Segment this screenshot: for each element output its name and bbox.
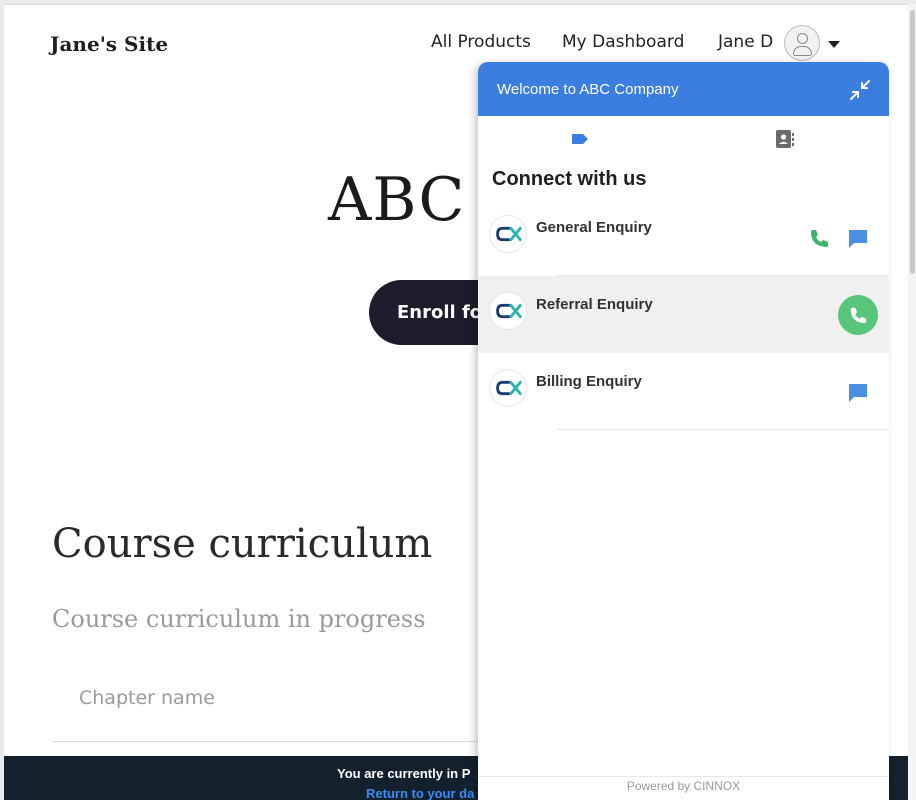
enquiry-label: General Enquiry — [536, 219, 652, 236]
enquiry-referral[interactable]: Referral Enquiry — [478, 276, 889, 353]
hero-title: ABC — [328, 165, 466, 235]
site-title[interactable]: Jane's Site — [50, 32, 168, 56]
connect-title: Connect with us — [492, 168, 647, 190]
chat-icon[interactable] — [847, 381, 869, 403]
banner-text: You are currently in P — [337, 766, 471, 781]
enquiry-divider — [556, 429, 889, 430]
call-button[interactable] — [838, 295, 878, 335]
avatar-head-icon — [797, 33, 808, 44]
widget-title: Welcome to ABC Company — [497, 81, 679, 98]
nav-user-name[interactable]: Jane D — [718, 32, 773, 52]
chapter-divider — [52, 741, 492, 742]
avatar[interactable] — [784, 25, 820, 61]
banner-return-link[interactable]: Return to your da — [366, 786, 474, 800]
minimize-icon[interactable] — [848, 78, 872, 102]
enquiry-general[interactable]: General Enquiry — [478, 199, 889, 276]
cinnox-logo-icon — [489, 215, 527, 253]
curriculum-title: Course curriculum — [52, 521, 433, 567]
tag-icon[interactable] — [570, 128, 590, 150]
widget-header: Welcome to ABC Company — [478, 62, 889, 116]
enquiry-label: Referral Enquiry — [536, 296, 653, 313]
nav-all-products[interactable]: All Products — [431, 32, 531, 52]
enquiry-label: Billing Enquiry — [536, 373, 642, 390]
page-scrollbar-thumb[interactable] — [910, 10, 915, 274]
nav-my-dashboard[interactable]: My Dashboard — [562, 32, 684, 52]
phone-icon — [850, 307, 867, 324]
powered-divider — [478, 776, 889, 777]
enquiry-billing[interactable]: Billing Enquiry — [478, 353, 889, 430]
contacts-icon[interactable] — [774, 128, 796, 150]
curriculum-subtitle: Course curriculum in progress — [52, 605, 426, 633]
chat-icon[interactable] — [847, 227, 869, 249]
cinnox-logo-icon — [489, 292, 527, 330]
cinnox-logo-icon — [489, 369, 527, 407]
avatar-body-icon — [793, 46, 812, 56]
phone-icon[interactable] — [808, 227, 830, 249]
powered-by[interactable]: Powered by CINNOX — [478, 779, 889, 793]
chapter-name[interactable]: Chapter name — [79, 687, 215, 709]
user-menu-caret-icon[interactable] — [828, 41, 840, 48]
chat-widget: Welcome to ABC Company Connect with us G… — [478, 62, 889, 800]
